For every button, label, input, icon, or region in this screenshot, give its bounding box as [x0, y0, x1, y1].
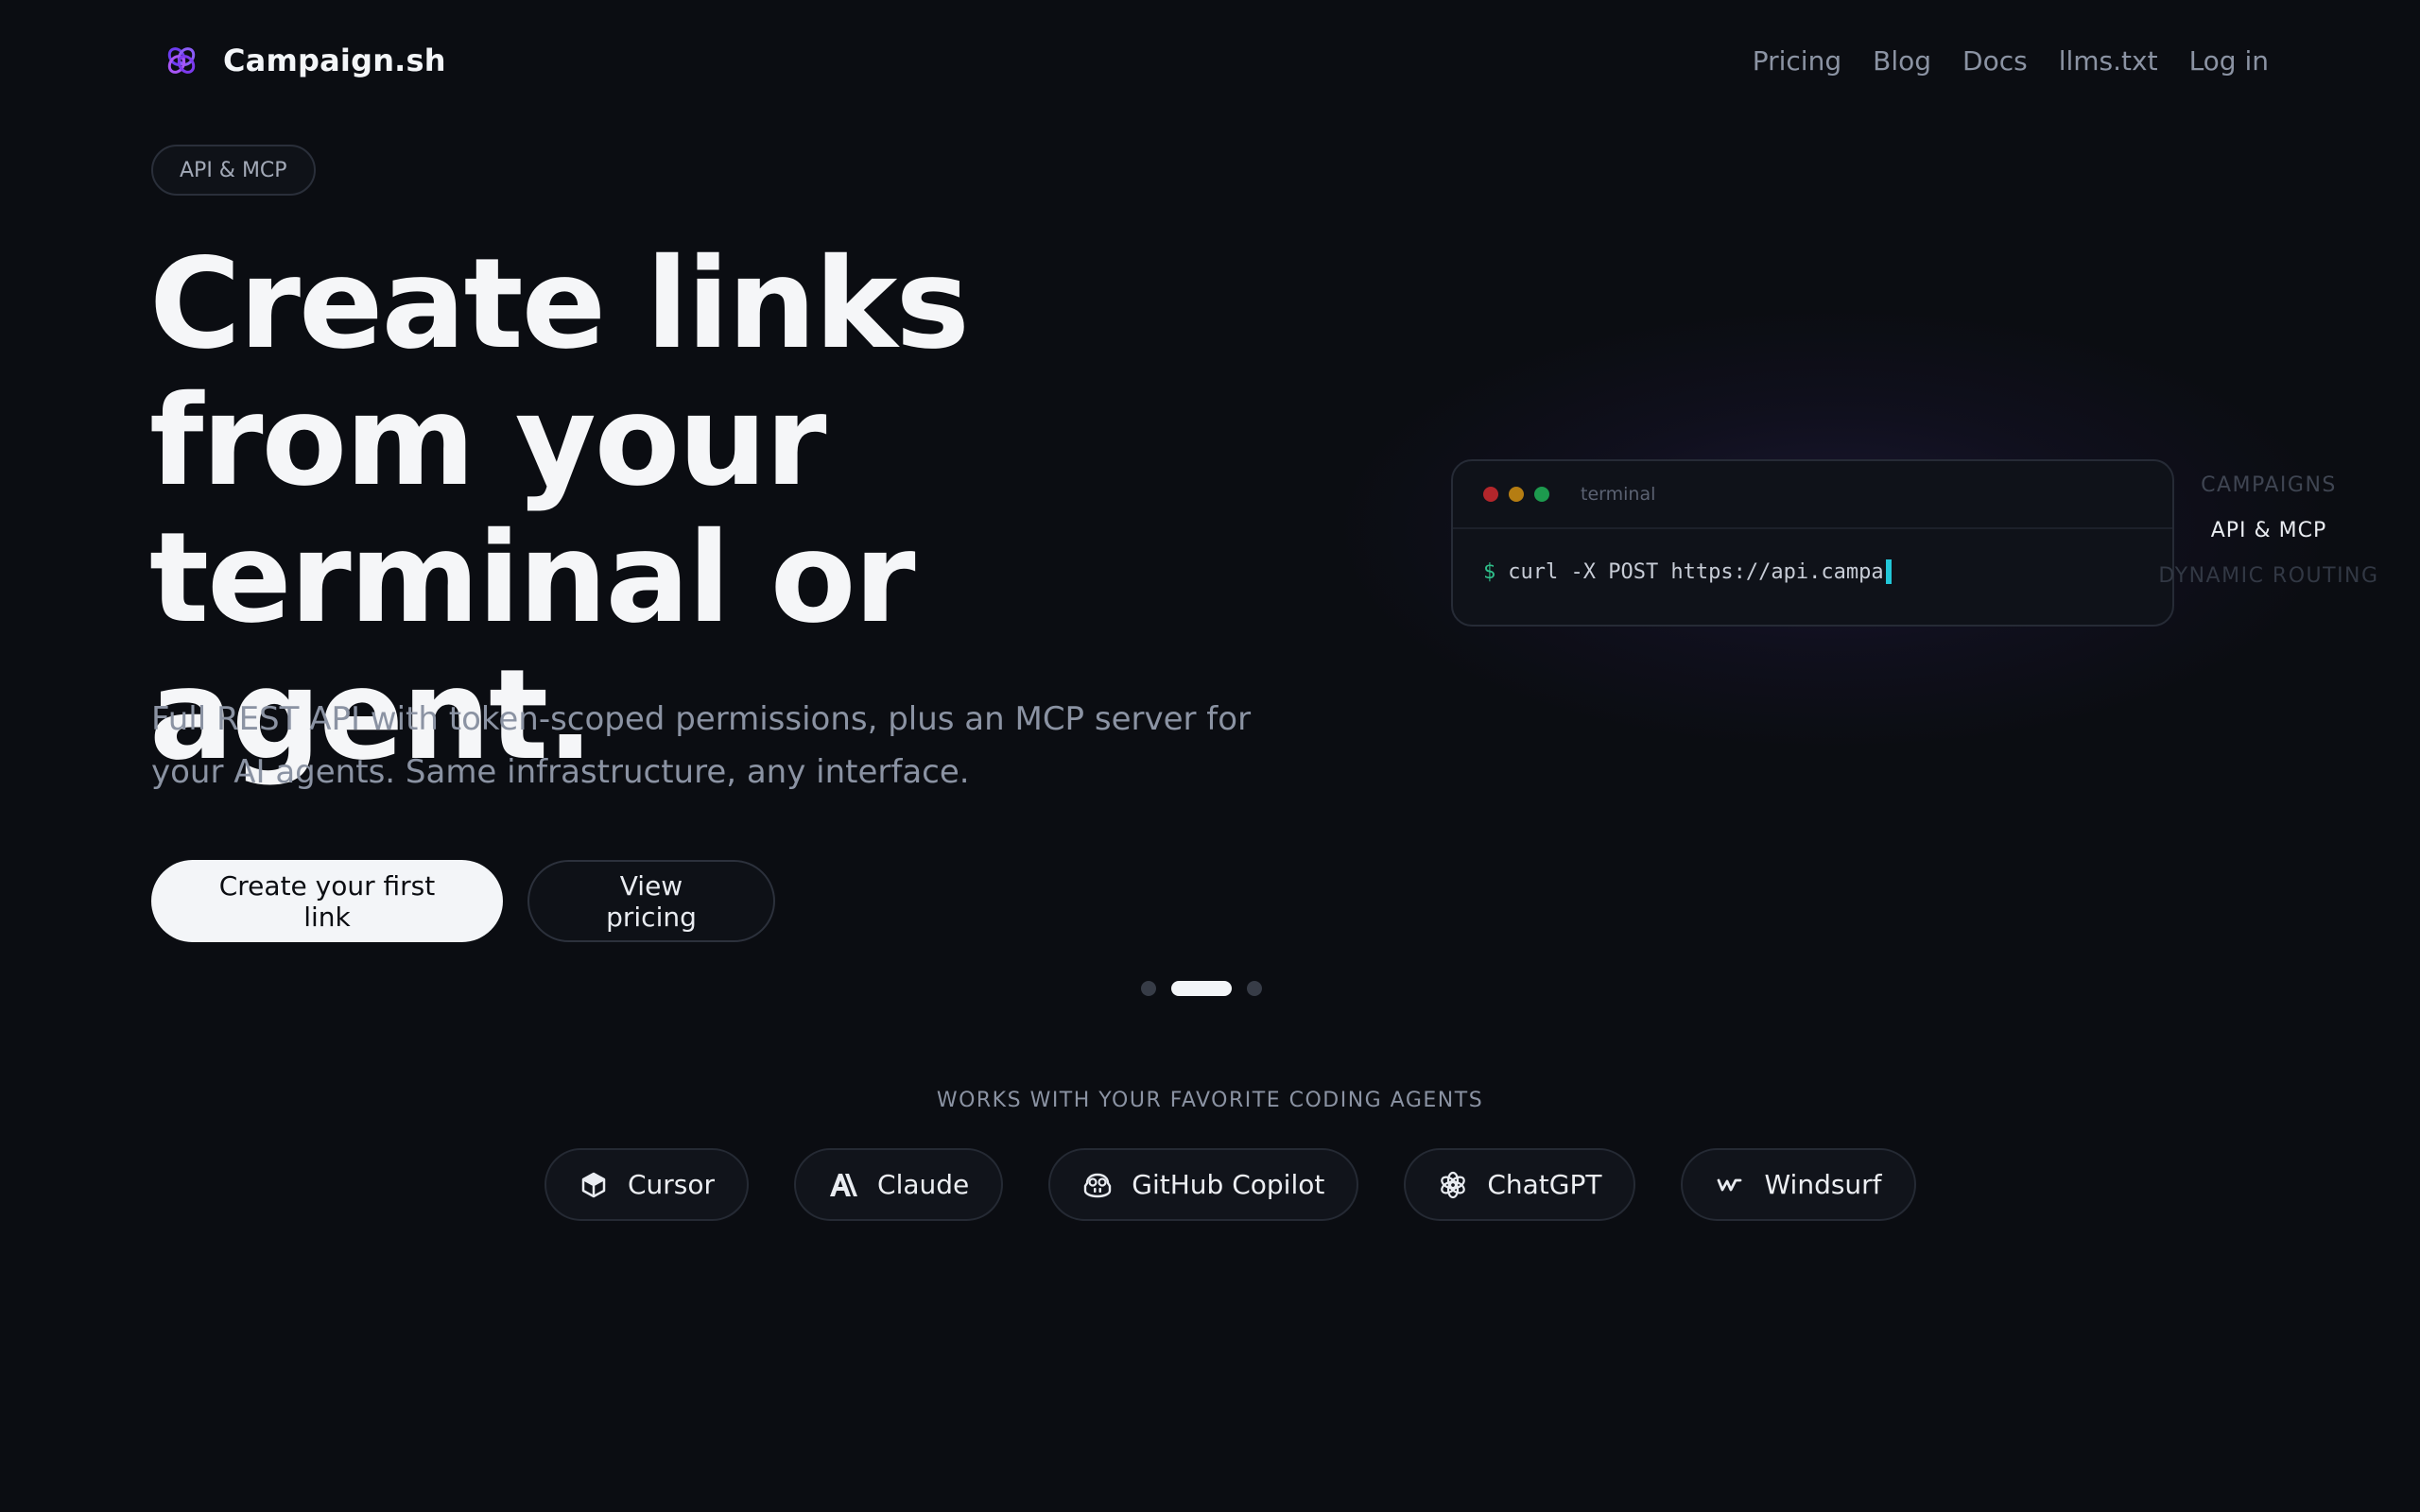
agent-label: Cursor: [628, 1169, 716, 1200]
minimize-dot-icon: [1509, 487, 1524, 502]
anthropic-icon: [826, 1168, 860, 1202]
nav-link-pricing[interactable]: Pricing: [1753, 45, 1841, 77]
nav-link-blog[interactable]: Blog: [1873, 45, 1931, 77]
tab-dynamic-routing[interactable]: DYNAMIC ROUTING: [2155, 554, 2382, 599]
terminal-body: $ curl -X POST https://api.campa: [1453, 529, 2172, 614]
agent-label: GitHub Copilot: [1132, 1169, 1325, 1200]
agent-label: Windsurf: [1764, 1169, 1882, 1200]
agent-claude[interactable]: Claude: [794, 1148, 1004, 1221]
cube-icon: [577, 1168, 611, 1202]
nav-link-log-in[interactable]: Log in: [2189, 45, 2269, 77]
create-first-link-button[interactable]: Create your first link: [151, 860, 503, 942]
windsurf-icon: [1713, 1168, 1747, 1202]
agent-label: Claude: [877, 1169, 970, 1200]
brand-name: Campaign.sh: [223, 43, 446, 78]
terminal-window: terminal $ curl -X POST https://api.camp…: [1451, 459, 2174, 627]
nav-links: Pricing Blog Docs llms.txt Log in: [1753, 45, 2269, 77]
agents-heading: WORKS WITH YOUR FAVORITE CODING AGENTS: [936, 1089, 1484, 1112]
close-dot-icon: [1483, 487, 1498, 502]
nav-link-llms-txt[interactable]: llms.txt: [2059, 45, 2158, 77]
landing-page: Campaign.sh Pricing Blog Docs llms.txt L…: [0, 0, 2420, 1512]
brand-link[interactable]: Campaign.sh: [151, 42, 446, 79]
carousel-dot-3[interactable]: [1247, 981, 1262, 996]
agent-label: ChatGPT: [1487, 1169, 1602, 1200]
top-nav: Campaign.sh Pricing Blog Docs llms.txt L…: [151, 32, 2269, 89]
view-pricing-button[interactable]: View pricing: [527, 860, 775, 942]
agents-list: Cursor Claude GitHub Copilot ChatGPT Win…: [544, 1148, 1916, 1221]
agent-cursor[interactable]: Cursor: [544, 1148, 750, 1221]
agent-github-copilot[interactable]: GitHub Copilot: [1048, 1148, 1359, 1221]
terminal-title: terminal: [1581, 484, 1656, 505]
nav-link-docs[interactable]: Docs: [1962, 45, 2028, 77]
carousel-pager: [1141, 981, 1262, 996]
section-badge: API & MCP: [151, 145, 316, 196]
cta-row: Create your first link View pricing: [151, 860, 775, 942]
agent-chatgpt[interactable]: ChatGPT: [1404, 1148, 1636, 1221]
feature-tabs: CAMPAIGNS API & MCP DYNAMIC ROUTING: [2155, 463, 2382, 599]
terminal-command: curl -X POST https://api.campa: [1508, 559, 1884, 584]
terminal-prompt: $: [1483, 559, 1496, 584]
hero-subtitle: Full REST API with token-scoped permissi…: [151, 700, 1252, 791]
openai-icon: [1436, 1168, 1470, 1202]
tab-api-mcp[interactable]: API & MCP: [2155, 508, 2382, 554]
agent-windsurf[interactable]: Windsurf: [1681, 1148, 1916, 1221]
maximize-dot-icon: [1534, 487, 1549, 502]
terminal-cursor: [1885, 559, 1892, 584]
tab-campaigns[interactable]: CAMPAIGNS: [2155, 463, 2382, 508]
copilot-icon: [1080, 1168, 1115, 1202]
terminal-titlebar: terminal: [1453, 461, 2172, 529]
carousel-dot-1[interactable]: [1141, 981, 1156, 996]
interlinked-rings-icon: [163, 42, 200, 79]
carousel-dot-2[interactable]: [1171, 981, 1232, 996]
